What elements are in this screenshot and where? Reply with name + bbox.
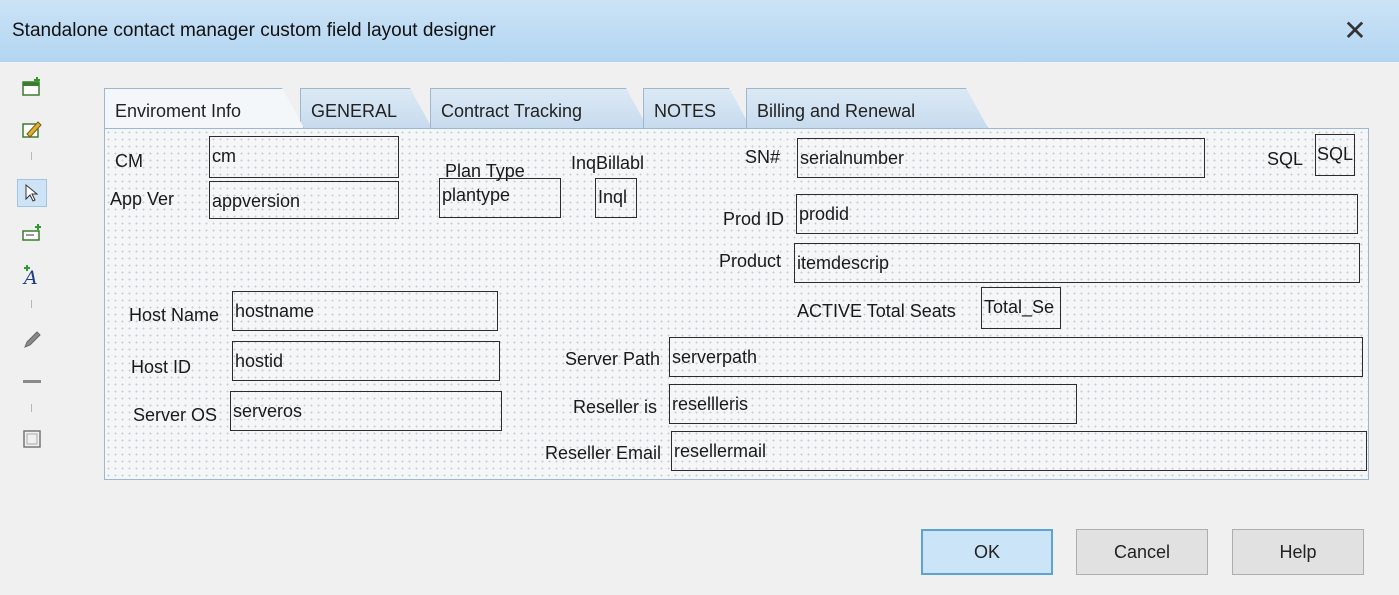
field-serialnumber[interactable]: serialnumber xyxy=(797,138,1205,178)
field-serverpath[interactable]: serverpath xyxy=(669,337,1363,377)
label-app-ver: App Ver xyxy=(110,189,175,209)
edit-record-icon[interactable] xyxy=(18,116,46,142)
field-itemdescrip[interactable]: itemdescrip xyxy=(794,243,1360,283)
box-icon[interactable] xyxy=(18,426,46,452)
label-cm: CM xyxy=(115,151,143,171)
label-host-name: Host Name xyxy=(129,305,220,325)
field-total-seats[interactable]: Total_Se xyxy=(981,287,1061,329)
tab-notes[interactable]: NOTES xyxy=(643,88,751,128)
add-text-icon[interactable]: A xyxy=(18,262,46,288)
toolbar-separator xyxy=(31,404,32,412)
line-icon[interactable] xyxy=(18,368,46,394)
pencil-icon[interactable] xyxy=(18,326,46,352)
label-host-id: Host ID xyxy=(131,357,192,377)
field-hostid[interactable]: hostid xyxy=(232,341,500,381)
field-serveros[interactable]: serveros xyxy=(230,391,502,431)
label-sn: SN# xyxy=(745,147,781,167)
label-server-os: Server OS xyxy=(133,405,218,425)
tab-billing-and-renewal[interactable]: Billing and Renewal xyxy=(746,88,988,128)
field-inq[interactable]: Inql xyxy=(595,178,637,218)
toolbar-separator xyxy=(31,300,32,308)
field-hostname[interactable]: hostname xyxy=(232,291,498,331)
tab-label: Enviroment Info xyxy=(115,101,242,121)
ok-button[interactable]: OK xyxy=(921,529,1053,575)
label-active-total-seats: ACTIVE Total Seats xyxy=(797,301,956,321)
pointer-select-icon[interactable] xyxy=(17,179,47,207)
tab-label: Contract Tracking xyxy=(441,101,583,121)
field-resellleris[interactable]: resellleris xyxy=(669,384,1077,424)
tab-contract-tracking[interactable]: Contract Tracking xyxy=(430,88,648,128)
label-reseller-is: Reseller is xyxy=(573,397,658,417)
label-reseller-email: Reseller Email xyxy=(545,443,662,463)
tab-enviroment-info[interactable]: Enviroment Info xyxy=(104,88,304,128)
label-inq-billable: InqBillabl xyxy=(571,153,645,173)
label-server-path: Server Path xyxy=(565,349,661,369)
field-sql[interactable]: SQL xyxy=(1315,134,1355,176)
toolbar-separator xyxy=(31,152,32,160)
field-resellermail[interactable]: resellermail xyxy=(671,431,1367,471)
field-cm[interactable]: cm xyxy=(209,136,399,178)
field-appversion[interactable]: appversion xyxy=(209,181,399,219)
label-product: Product xyxy=(719,251,782,271)
help-button[interactable]: Help xyxy=(1232,529,1364,575)
svg-text:A: A xyxy=(22,267,38,286)
label-sql: SQL xyxy=(1267,149,1304,169)
tab-label: NOTES xyxy=(654,101,717,121)
title-bar: Standalone contact manager custom field … xyxy=(0,0,1399,62)
tab-label: Billing and Renewal xyxy=(757,101,916,121)
layout-design-panel[interactable]: CM App Ver Plan Type InqBillabl SN# SQL … xyxy=(104,128,1369,480)
tab-label: GENERAL xyxy=(311,101,398,121)
tab-general[interactable]: GENERAL xyxy=(300,88,432,128)
add-record-icon[interactable] xyxy=(18,74,46,100)
window-title: Standalone contact manager custom field … xyxy=(12,20,496,41)
field-plantype[interactable]: plantype xyxy=(439,178,561,218)
field-prodid[interactable]: prodid xyxy=(796,194,1358,234)
add-field-icon[interactable] xyxy=(18,220,46,246)
close-icon[interactable]: ✕ xyxy=(1337,14,1373,48)
label-prod-id: Prod ID xyxy=(723,209,785,229)
designer-toolbar: A xyxy=(17,68,47,498)
cancel-button[interactable]: Cancel xyxy=(1076,529,1208,575)
